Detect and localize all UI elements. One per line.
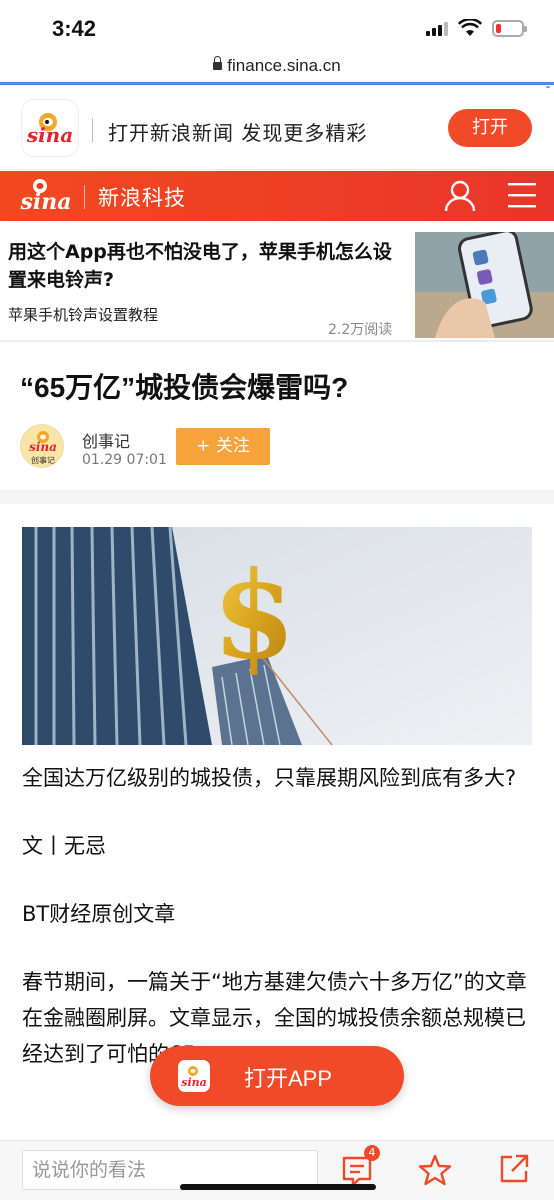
menu-icon[interactable] <box>508 181 536 209</box>
author-name[interactable]: 创事记 <box>82 428 130 452</box>
app-promo-banner[interactable]: sina 打开新浪新闻 发现更多精彩 打开 <box>0 88 554 170</box>
svg-text:创事记: 创事记 <box>31 455 55 465</box>
ad-card[interactable]: 用这个App再也不怕没电了，苹果手机怎么设置来电铃声? 苹果手机铃声设置教程 2… <box>0 222 554 340</box>
lock-icon <box>213 56 223 70</box>
channel-title[interactable]: 新浪科技 <box>98 182 186 212</box>
ad-image[interactable]: 广告 <box>415 232 554 338</box>
sina-app-logo: sina <box>178 1060 210 1092</box>
url-text: finance.sina.cn <box>227 56 341 75</box>
bottom-toolbar: 说说你的看法 4 <box>0 1140 554 1200</box>
article-title: “65万亿”城投债会爆雷吗? <box>20 372 349 403</box>
channel-divider <box>84 185 85 209</box>
author-avatar[interactable]: sina 创事记 <box>20 424 64 468</box>
article-hero-image[interactable]: $ <box>22 527 532 745</box>
open-app-label: 打开APP <box>244 1066 333 1091</box>
svg-text:sina: sina <box>29 440 57 454</box>
svg-text:sina: sina <box>26 123 73 147</box>
home-indicator[interactable] <box>180 1184 376 1190</box>
url-bar[interactable]: finance.sina.cn <box>0 56 554 82</box>
share-icon[interactable] <box>498 1153 530 1185</box>
article-paragraph: 全国达万亿级别的城投债，只靠展期风险到底有多大? <box>22 766 517 790</box>
status-bar: 3:42 <box>0 0 554 56</box>
section-divider <box>0 340 554 342</box>
wifi-icon <box>458 19 482 36</box>
ad-read-count: 2.2万阅读 <box>328 322 393 338</box>
open-app-float-button[interactable]: sina 打开APP <box>150 1046 404 1106</box>
cellular-signal-icon <box>426 22 448 36</box>
page-load-progress <box>0 82 554 85</box>
article-paragraph: BT财经原创文章 <box>22 902 176 926</box>
svg-text:$: $ <box>212 545 296 686</box>
channel-header: sina 新浪科技 <box>0 171 554 221</box>
ad-subtitle: 苹果手机铃声设置教程 <box>8 306 159 324</box>
content-gap <box>0 490 554 504</box>
sina-app-logo: sina <box>22 100 78 156</box>
svg-text:sina: sina <box>181 1076 207 1089</box>
article-paragraph: 文丨无忌 <box>22 834 106 858</box>
comment-count-badge: 4 <box>364 1145 380 1161</box>
open-app-button[interactable]: 打开 <box>448 109 532 147</box>
svg-text:sina: sina <box>20 189 72 215</box>
favorite-star-icon[interactable] <box>418 1153 452 1187</box>
user-icon[interactable] <box>444 180 476 212</box>
ad-title[interactable]: 用这个App再也不怕没电了，苹果手机怎么设置来电铃声? <box>8 238 403 294</box>
publish-date: 01.29 07:01 <box>82 452 167 468</box>
follow-button[interactable]: + 关注 <box>176 428 270 465</box>
sina-logo[interactable]: sina <box>14 177 78 215</box>
battery-icon <box>492 20 527 37</box>
promo-divider <box>92 118 93 142</box>
promo-text: 打开新浪新闻 发现更多精彩 <box>108 121 368 145</box>
status-time: 3:42 <box>52 16 97 41</box>
